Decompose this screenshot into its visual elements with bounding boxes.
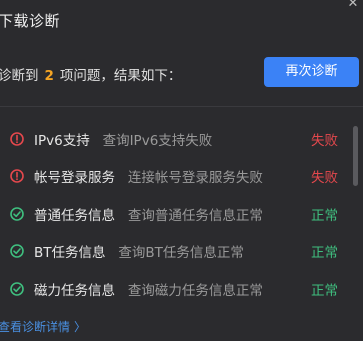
status-badge: 正常 xyxy=(311,207,338,224)
item-text: 磁力任务信息 查询磁力任务信息正常 xyxy=(34,279,263,299)
item-desc: 查询磁力任务信息正常 xyxy=(127,282,263,299)
issue-count: 2 xyxy=(44,68,54,84)
download-diagnosis-dialog: 下载诊断 ✕ 诊断到 2 项问题，结果如下： 再次诊断 IPv6支持 查询IPv6支… xyxy=(0,0,363,341)
view-details-link[interactable]: 查看诊断详情〉 xyxy=(0,318,86,335)
diagnosis-summary: 诊断到 2 项问题，结果如下： xyxy=(0,64,181,84)
item-name: 帐号登录服务 xyxy=(34,170,115,187)
item-desc: 查询BT任务信息正常 xyxy=(118,245,244,262)
item-desc: 查询普通任务信息正常 xyxy=(127,207,263,224)
item-name: BT任务信息 xyxy=(34,245,106,262)
list-item: 帐号登录服务 连接帐号登录服务失败 失败 xyxy=(0,158,350,196)
status-badge: 正常 xyxy=(311,282,338,299)
item-name: 磁力任务信息 xyxy=(34,282,115,299)
list-item: 磁力任务信息 查询磁力任务信息正常 正常 xyxy=(0,270,350,308)
list-item: IPv6支持 查询IPv6支持失败 失败 xyxy=(0,120,350,158)
check-circle-icon xyxy=(10,281,24,296)
chevron-right-icon: 〉 xyxy=(74,320,87,334)
divider xyxy=(0,106,363,107)
diagnosis-list: IPv6支持 查询IPv6支持失败 失败 帐号登录服务 连接帐号登录服务失败 失… xyxy=(0,120,350,308)
item-text: IPv6支持 查询IPv6支持失败 xyxy=(34,129,212,149)
close-icon[interactable]: ✕ xyxy=(347,0,359,10)
rediagnose-button[interactable]: 再次诊断 xyxy=(264,57,359,87)
list-scrollbar[interactable] xyxy=(353,126,358,186)
list-item: 普通任务信息 查询普通任务信息正常 正常 xyxy=(0,195,350,233)
view-details-label: 查看诊断详情 xyxy=(0,320,71,334)
check-circle-icon xyxy=(10,206,24,221)
check-circle-icon xyxy=(10,244,24,259)
item-desc: 连接帐号登录服务失败 xyxy=(127,170,263,187)
summary-prefix: 诊断到 xyxy=(0,68,39,84)
error-circle-icon xyxy=(10,169,24,184)
item-name: IPv6支持 xyxy=(34,132,90,149)
status-badge: 失败 xyxy=(311,170,338,187)
item-name: 普通任务信息 xyxy=(34,207,115,224)
item-text: 帐号登录服务 连接帐号登录服务失败 xyxy=(34,166,263,186)
summary-suffix: 项问题，结果如下： xyxy=(59,68,182,84)
status-badge: 失败 xyxy=(311,132,338,149)
item-text: BT任务信息 查询BT任务信息正常 xyxy=(34,241,244,261)
list-item: BT任务信息 查询BT任务信息正常 正常 xyxy=(0,233,350,271)
dialog-title: 下载诊断 xyxy=(0,12,61,30)
item-desc: 查询IPv6支持失败 xyxy=(102,132,213,149)
status-badge: 正常 xyxy=(311,245,338,262)
item-text: 普通任务信息 查询普通任务信息正常 xyxy=(34,204,263,224)
error-circle-icon xyxy=(10,131,24,146)
